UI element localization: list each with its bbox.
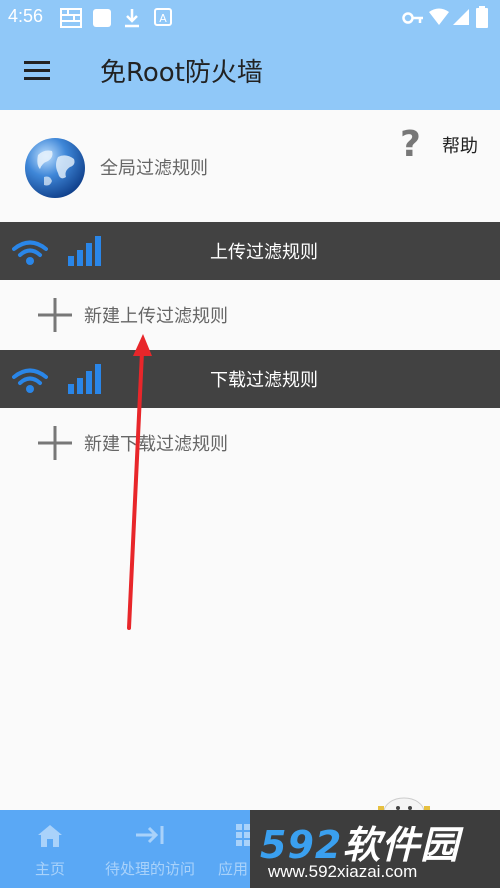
- watermark-banner: 592软件园 www.592xiazai.com: [250, 810, 500, 888]
- download-section-title: 下载过滤规则: [210, 370, 318, 391]
- svg-text:A: A: [159, 12, 167, 25]
- home-icon: [38, 825, 62, 847]
- battery-icon: [476, 6, 488, 28]
- watermark-number: 592: [260, 823, 343, 867]
- nav-item-home[interactable]: 主页: [0, 810, 100, 888]
- new-upload-rule-button[interactable]: 新建上传过滤规则: [0, 280, 500, 350]
- arrow-to-bar-icon: [136, 826, 164, 844]
- new-upload-rule-label: 新建上传过滤规则: [84, 306, 228, 327]
- download-icon: [125, 9, 139, 28]
- hamburger-icon: [24, 61, 50, 80]
- global-rules-label: 全局过滤规则: [100, 158, 208, 179]
- app-title: 免Root防火墙: [100, 58, 263, 88]
- grid-icon: [60, 8, 82, 28]
- square-icon: [93, 9, 111, 27]
- menu-button[interactable]: [18, 56, 58, 88]
- a-box-icon: A: [154, 8, 172, 26]
- globe-icon: [25, 138, 85, 198]
- nav-item-pending[interactable]: 待处理的访问: [100, 810, 200, 888]
- nav-label-apps: 应用: [218, 860, 249, 878]
- upload-section-title: 上传过滤规则: [210, 242, 318, 263]
- plus-icon: [38, 426, 72, 460]
- watermark-url: www.592xiazai.com: [268, 862, 418, 881]
- status-bar: 4:56 A: [0, 0, 500, 34]
- app-bar: 免Root防火墙: [0, 34, 500, 110]
- help-icon: ?: [400, 124, 421, 165]
- plus-icon: [38, 298, 72, 332]
- nav-label-home: 主页: [34, 860, 65, 878]
- help-button[interactable]: ? 帮助: [398, 124, 494, 168]
- watermark-name: 软件园: [342, 823, 460, 867]
- global-rules-row[interactable]: 全局过滤规则 ? 帮助: [0, 110, 500, 222]
- watermark-logo: 592软件园: [260, 814, 459, 869]
- download-section-header: 下载过滤规则: [0, 350, 500, 408]
- upload-section-header: 上传过滤规则: [0, 222, 500, 280]
- help-label: 帮助: [442, 136, 478, 157]
- new-download-rule-label: 新建下载过滤规则: [84, 434, 228, 455]
- new-download-rule-button[interactable]: 新建下载过滤规则: [0, 408, 500, 478]
- status-time: 4:56: [8, 6, 44, 26]
- key-icon: [402, 12, 423, 24]
- signal-icon: [453, 9, 469, 25]
- wifi-icon: [429, 8, 449, 25]
- nav-label-pending: 待处理的访问: [104, 860, 195, 878]
